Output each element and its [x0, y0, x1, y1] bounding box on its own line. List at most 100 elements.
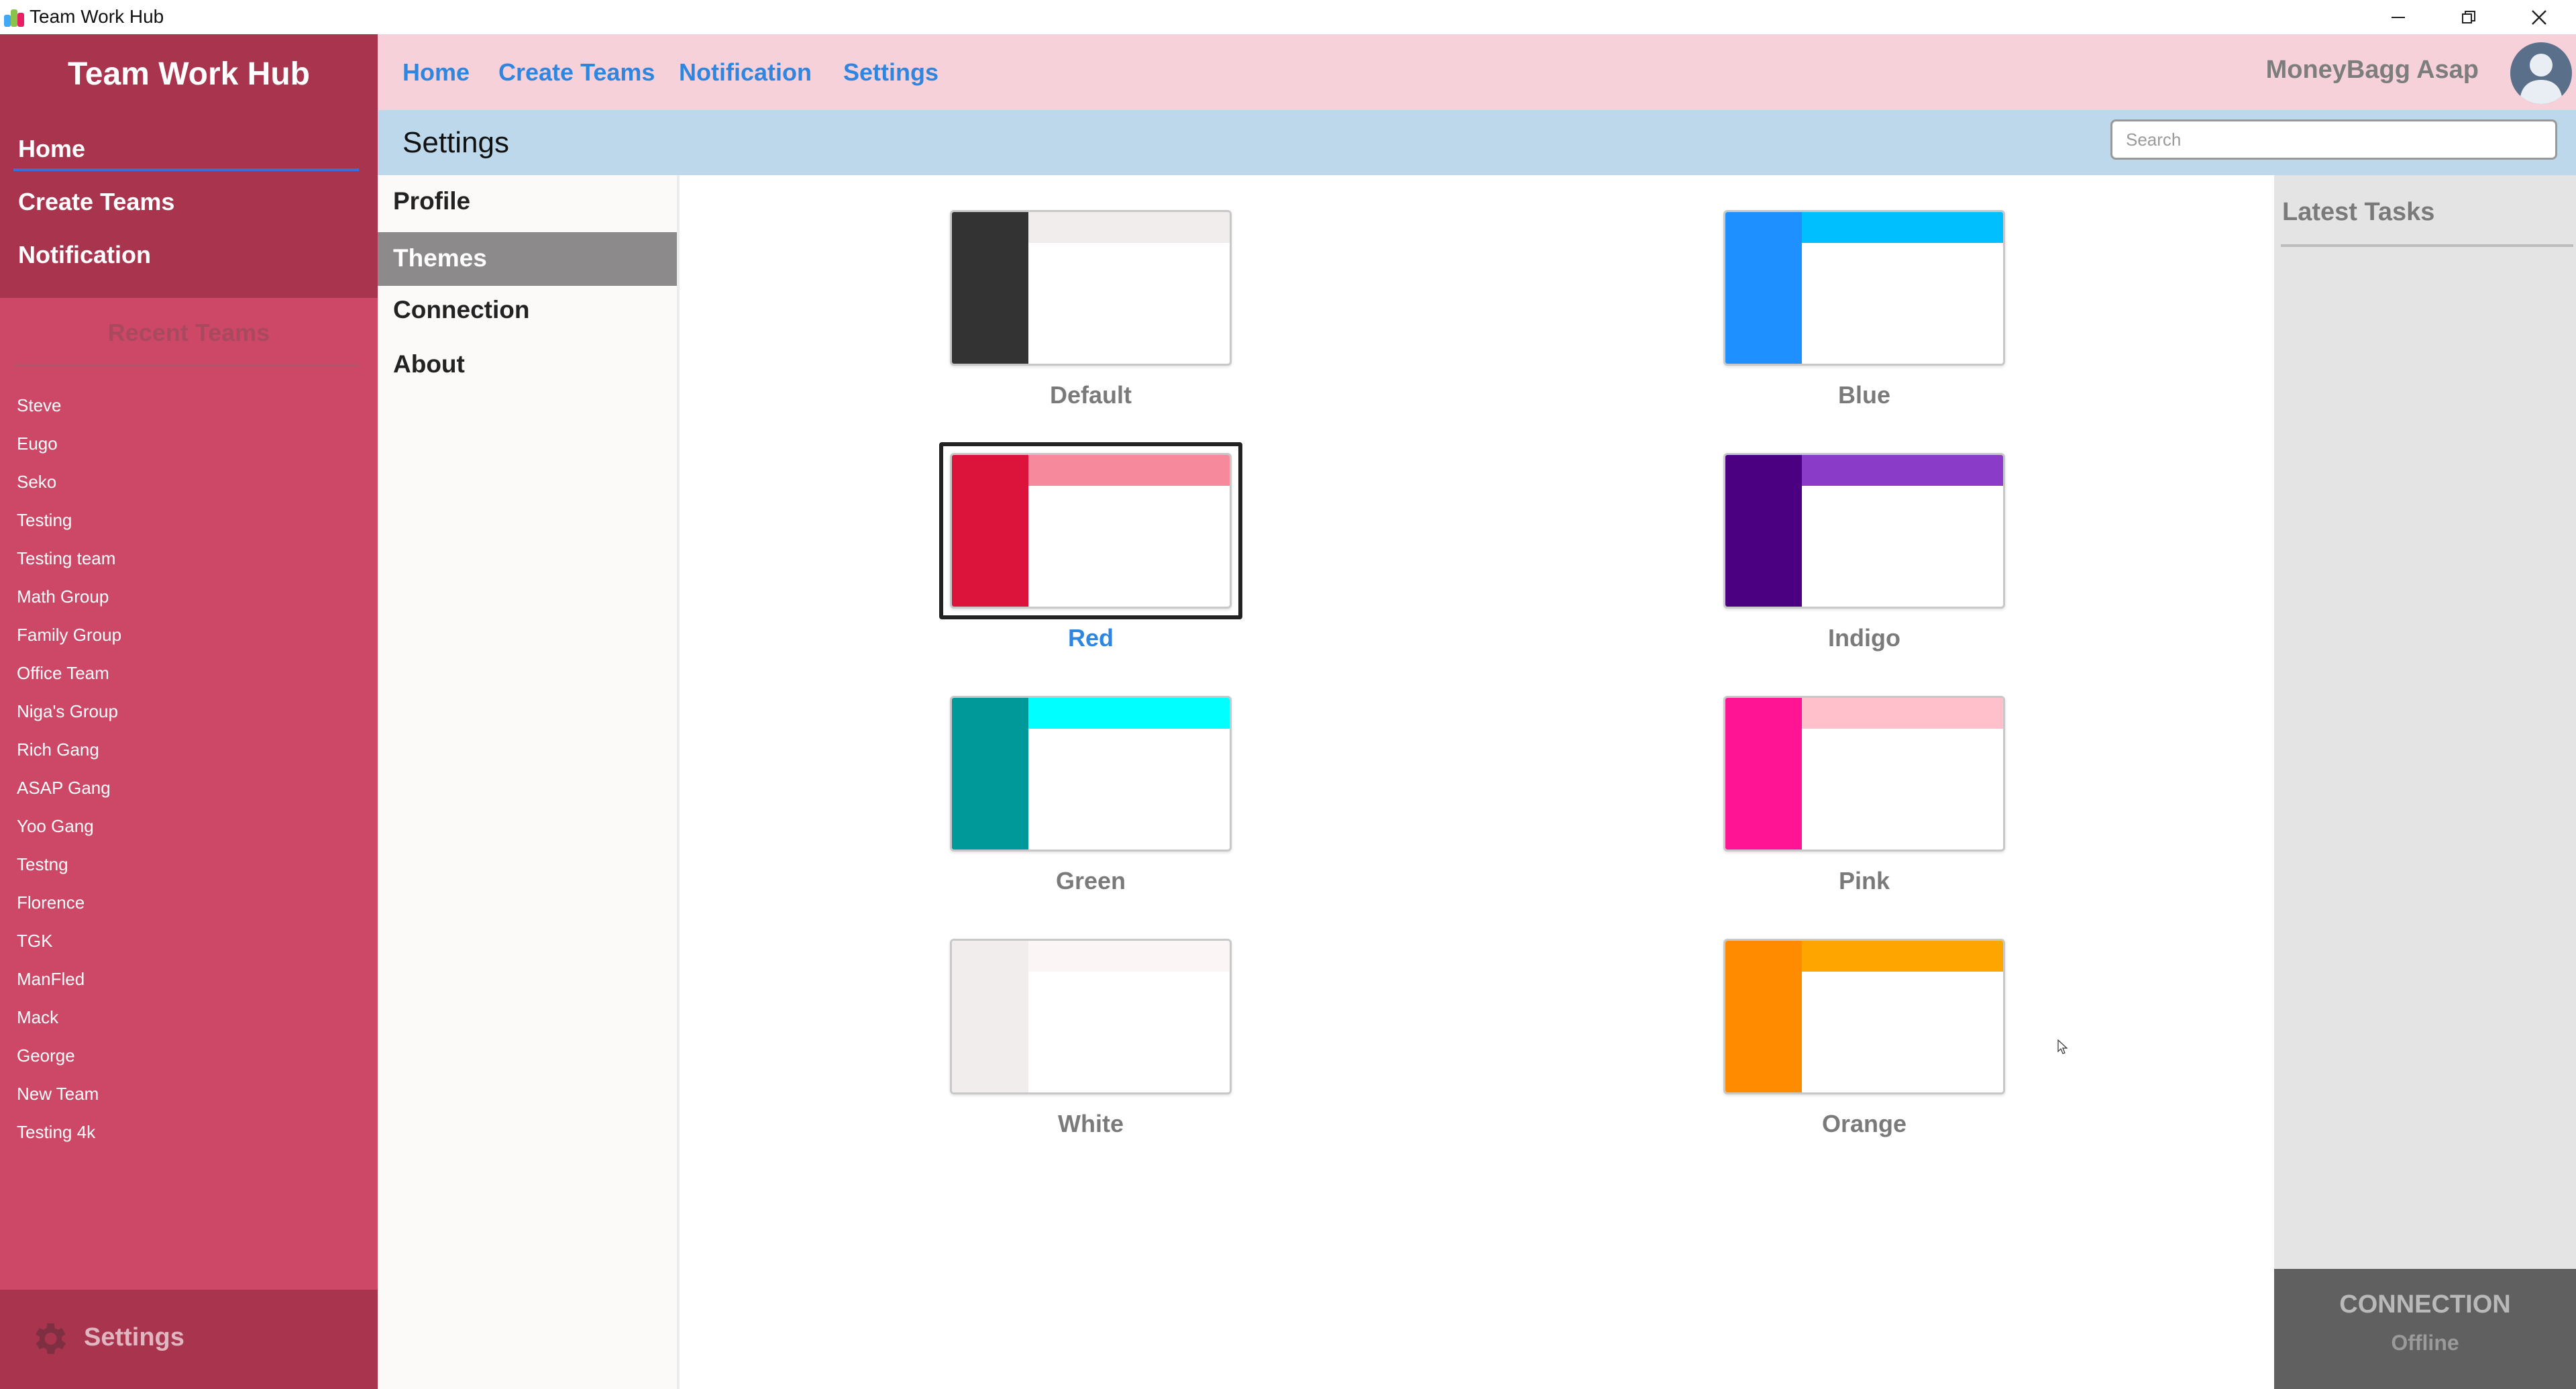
recent-team-item[interactable]: Steve	[17, 392, 121, 430]
minimize-icon	[2392, 16, 2405, 18]
theme-swatch	[1723, 453, 2005, 609]
settings-menu-label: Connection	[393, 296, 530, 323]
theme-name: Pink	[1838, 867, 1890, 894]
window-title: Team Work Hub	[30, 6, 164, 27]
recent-team-item[interactable]: George	[17, 1042, 121, 1080]
settings-menu-label: About	[393, 350, 465, 378]
sidebar-header: Team Work Hub Home Create Teams Notifica…	[0, 34, 378, 298]
recent-team-item[interactable]: Mack	[17, 1004, 121, 1042]
recent-team-item[interactable]: Yoo Gang	[17, 813, 121, 851]
theme-name: Green	[1055, 867, 1126, 894]
recent-team-item[interactable]: Family Group	[17, 621, 121, 660]
settings-menu-connection[interactable]: Connection	[378, 284, 677, 338]
recent-team-item[interactable]: Testing team	[17, 545, 121, 583]
top-nav-notification[interactable]: Notification	[679, 58, 812, 87]
swatch-sidebar	[1725, 698, 1802, 850]
settings-menu-label: Profile	[393, 187, 471, 215]
settings-menu-label: Themes	[393, 244, 487, 272]
mouse-cursor-icon	[2057, 1039, 2068, 1054]
active-nav-underline	[13, 168, 359, 171]
restore-icon	[2462, 10, 2475, 23]
recent-team-item[interactable]: TGK	[17, 927, 121, 966]
recent-team-item[interactable]: Office Team	[17, 660, 121, 698]
close-icon	[2532, 9, 2546, 25]
swatch-sidebar	[1725, 455, 1802, 607]
theme-swatch	[1723, 696, 2005, 852]
gear-icon	[36, 1323, 66, 1354]
swatch-sidebar	[952, 941, 1028, 1092]
settings-menu-about[interactable]: About	[378, 338, 677, 392]
page-subheader: Settings	[378, 110, 2576, 175]
theme-name: Blue	[1837, 381, 1890, 409]
theme-swatch	[950, 939, 1232, 1094]
latest-tasks-panel: Latest Tasks	[2274, 175, 2576, 1389]
recent-team-item[interactable]: ManFled	[17, 966, 121, 1004]
settings-menu-profile[interactable]: Profile	[378, 175, 677, 229]
theme-swatch	[950, 696, 1232, 852]
window-titlebar: Team Work Hub	[0, 0, 2576, 34]
recent-team-item[interactable]: Testing 4k	[17, 1119, 121, 1157]
close-button[interactable]	[2506, 0, 2573, 34]
swatch-sidebar	[1725, 212, 1802, 364]
sidebar-item-create-teams[interactable]: Create Teams	[18, 188, 174, 216]
swatch-header	[1028, 698, 1230, 729]
theme-name: Default	[1049, 381, 1132, 409]
minimize-button[interactable]	[2365, 0, 2432, 34]
connection-status-panel: CONNECTION Offline	[2274, 1269, 2576, 1389]
settings-menu-themes[interactable]: Themes	[378, 232, 677, 286]
recent-team-item[interactable]: Rich Gang	[17, 736, 121, 774]
app-logo-icon	[3, 7, 25, 28]
sidebar-item-notification[interactable]: Notification	[18, 241, 151, 269]
recent-team-item[interactable]: New Team	[17, 1080, 121, 1119]
theme-swatch	[950, 210, 1232, 366]
top-nav-create-teams[interactable]: Create Teams	[498, 58, 655, 87]
theme-name: Orange	[1821, 1110, 1907, 1137]
connection-label: CONNECTION	[2339, 1290, 2511, 1319]
swatch-sidebar	[952, 455, 1028, 607]
top-header: Home Create Teams Notification Settings …	[378, 34, 2576, 110]
swatch-header	[1802, 455, 2003, 486]
recent-team-item[interactable]: Eugo	[17, 430, 121, 468]
connection-status: Offline	[2391, 1331, 2459, 1355]
swatch-header	[1028, 455, 1230, 486]
theme-name: Indigo	[1828, 624, 1900, 652]
search-input[interactable]	[2110, 119, 2557, 160]
theme-name: Red	[1067, 624, 1114, 652]
swatch-header	[1028, 941, 1230, 972]
recent-team-item[interactable]: Niga's Group	[17, 698, 121, 736]
swatch-header	[1802, 941, 2003, 972]
swatch-sidebar	[952, 212, 1028, 364]
swatch-header	[1028, 212, 1230, 243]
theme-swatch	[950, 453, 1232, 609]
theme-name: White	[1058, 1110, 1124, 1137]
sidebar-settings-label: Settings	[84, 1323, 184, 1351]
theme-swatch	[1723, 939, 2005, 1094]
recent-team-item[interactable]: Testng	[17, 851, 121, 889]
top-nav-home[interactable]: Home	[402, 58, 470, 87]
top-nav-settings[interactable]: Settings	[843, 58, 938, 87]
recent-teams-heading: Recent Teams	[107, 319, 270, 346]
swatch-sidebar	[1725, 941, 1802, 1092]
recent-team-item[interactable]: Florence	[17, 889, 121, 927]
user-avatar-icon[interactable]	[2510, 42, 2572, 104]
swatch-header	[1802, 698, 2003, 729]
recent-team-item[interactable]: Seko	[17, 468, 121, 507]
sidebar-settings-button[interactable]: Settings	[0, 1290, 378, 1389]
recent-team-item[interactable]: Math Group	[17, 583, 121, 621]
sidebar-item-home[interactable]: Home	[18, 135, 85, 163]
username[interactable]: MoneyBagg Asap	[2266, 56, 2479, 85]
sidebar: Team Work Hub Home Create Teams Notifica…	[0, 34, 378, 1389]
recent-team-item[interactable]: ASAP Gang	[17, 774, 121, 813]
page-title: Settings	[402, 126, 509, 159]
themes-panel: Default Blue Red Indigo Green Pink White…	[680, 175, 2274, 1389]
person-silhouette-icon	[2520, 54, 2563, 104]
recent-team-item[interactable]: Testing	[17, 507, 121, 545]
latest-tasks-title: Latest Tasks	[2282, 198, 2435, 226]
restore-button[interactable]	[2435, 0, 2502, 34]
latest-tasks-divider	[2281, 244, 2573, 247]
recent-teams-list: Steve Eugo Seko Testing Testing team Mat…	[17, 392, 121, 1157]
recent-teams-divider	[15, 364, 360, 366]
brand-title: Team Work Hub	[68, 56, 310, 92]
swatch-header	[1802, 212, 2003, 243]
settings-menu: Profile Themes Connection About	[378, 175, 680, 1389]
